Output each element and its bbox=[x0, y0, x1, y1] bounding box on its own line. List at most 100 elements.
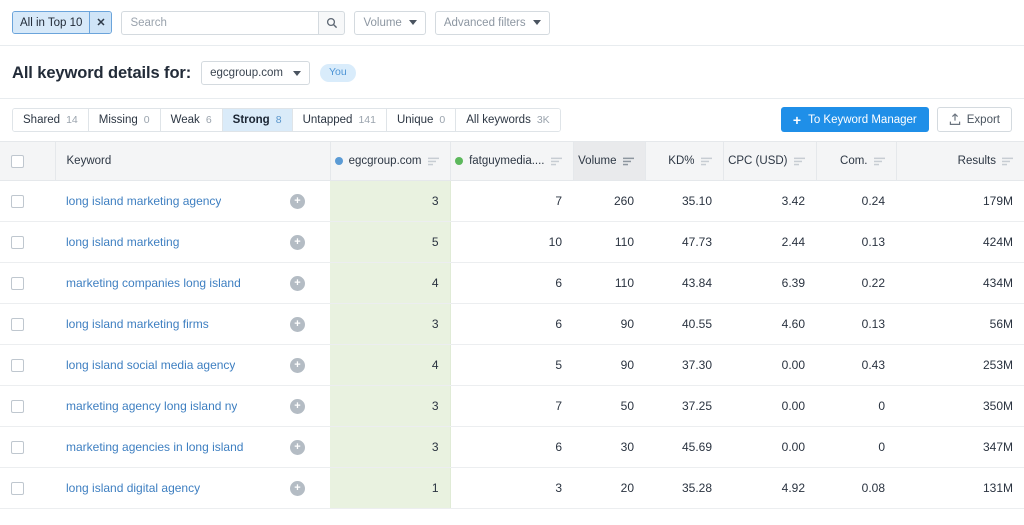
row-checkbox[interactable] bbox=[11, 481, 24, 495]
sort-icon bbox=[622, 157, 634, 165]
export-label: Export bbox=[966, 113, 1000, 126]
cell-cpc: 4.92 bbox=[723, 467, 816, 509]
keyword-details-table: Keyword egcgroup.com fatguymedia.... Vol… bbox=[0, 141, 1024, 509]
series-dot-egcgroup bbox=[334, 157, 343, 165]
cell-cpc: 3.42 bbox=[723, 180, 816, 222]
table-row: marketing agencies in long island +3 6 30 45… bbox=[0, 426, 1024, 468]
tab-count: 3K bbox=[536, 113, 550, 126]
row-checkbox[interactable] bbox=[11, 235, 24, 249]
row-select-cell bbox=[0, 221, 55, 263]
cell-results: 434M bbox=[896, 262, 1024, 304]
plus-circle-icon[interactable]: + bbox=[290, 439, 305, 455]
plus-circle-icon[interactable]: + bbox=[290, 398, 305, 414]
cell-fatguymedia: 6 bbox=[450, 262, 573, 304]
tab-untapped[interactable]: Untapped 141 bbox=[292, 108, 387, 131]
chevron-down-icon bbox=[293, 70, 302, 76]
advanced-filters-dropdown[interactable]: Advanced filters bbox=[434, 10, 550, 35]
column-header-results[interactable]: Results bbox=[896, 141, 1024, 181]
tab-all-keywords[interactable]: All keywords 3K bbox=[456, 108, 560, 131]
domain-selector[interactable]: egcgroup.com bbox=[201, 61, 311, 85]
row-checkbox[interactable] bbox=[11, 317, 24, 331]
plus-circle-icon[interactable]: + bbox=[290, 316, 305, 332]
tab-unique[interactable]: Unique 0 bbox=[386, 108, 457, 131]
volume-filter-dropdown[interactable]: Volume bbox=[354, 10, 426, 35]
search-button[interactable] bbox=[318, 10, 346, 35]
tabs-toolbar: Shared 14 Missing 0 Weak 6 Strong 8 Untapped 141 U… bbox=[0, 99, 1024, 141]
tab-shared[interactable]: Shared 14 bbox=[13, 108, 89, 131]
active-filter-chip-all-in-top-10[interactable]: All in Top 10 ✕ bbox=[12, 11, 113, 34]
column-header-egcgroup-label: egcgroup.com bbox=[348, 155, 422, 167]
to-keyword-manager-button[interactable]: + To Keyword Manager bbox=[780, 107, 929, 132]
row-select-cell bbox=[0, 180, 55, 222]
cell-fatguymedia: 5 bbox=[450, 344, 573, 386]
keyword-link[interactable]: long island digital agency bbox=[66, 481, 200, 495]
keyword-cell: long island marketing agency + bbox=[55, 180, 330, 222]
tab-count: 0 bbox=[143, 113, 150, 126]
row-checkbox[interactable] bbox=[11, 358, 24, 372]
plus-circle-icon[interactable]: + bbox=[290, 480, 305, 496]
close-icon[interactable]: ✕ bbox=[89, 12, 112, 33]
cell-volume: 260 bbox=[573, 180, 645, 222]
cell-com: 0 bbox=[816, 426, 896, 468]
keyword-cell: long island marketing + bbox=[55, 221, 330, 263]
column-header-keyword[interactable]: Keyword bbox=[55, 141, 331, 181]
chevron-down-icon bbox=[408, 20, 417, 25]
you-badge: You bbox=[320, 64, 356, 82]
search-field-group bbox=[121, 10, 346, 35]
column-header-volume-label: Volume bbox=[578, 155, 617, 167]
table-row: marketing companies long island +4 6 110 43.… bbox=[0, 262, 1024, 304]
plus-circle-icon[interactable]: + bbox=[290, 275, 305, 291]
sort-icon bbox=[550, 157, 562, 165]
table-row: long island digital agency +1 3 20 35.28 4.92… bbox=[0, 467, 1024, 509]
tab-label: All keywords bbox=[466, 113, 531, 126]
table-row: long island marketing agency +3 7 260 35.10 3… bbox=[0, 180, 1024, 222]
column-header-egcgroup[interactable]: egcgroup.com bbox=[330, 141, 451, 181]
cell-com: 0.13 bbox=[816, 303, 896, 345]
cell-com: 0.22 bbox=[816, 262, 896, 304]
keyword-link[interactable]: long island marketing agency bbox=[66, 194, 221, 208]
keyword-link[interactable]: long island marketing firms bbox=[66, 317, 209, 331]
keyword-link[interactable]: long island social media agency bbox=[66, 358, 235, 372]
tab-strong[interactable]: Strong 8 bbox=[222, 108, 293, 131]
column-header-cpc-label: CPC (USD) bbox=[728, 155, 788, 167]
row-checkbox[interactable] bbox=[11, 440, 24, 454]
plus-icon: + bbox=[792, 111, 802, 128]
keyword-link[interactable]: marketing companies long island bbox=[66, 276, 241, 290]
row-select-cell bbox=[0, 344, 55, 386]
tab-label: Weak bbox=[170, 113, 200, 126]
tab-missing[interactable]: Missing 0 bbox=[88, 108, 161, 131]
chevron-down-icon bbox=[532, 20, 541, 25]
keyword-link[interactable]: long island marketing bbox=[66, 235, 179, 249]
row-select-cell bbox=[0, 385, 55, 427]
page-title: All keyword details for: bbox=[12, 63, 192, 82]
table-header-row: Keyword egcgroup.com fatguymedia.... Vol… bbox=[0, 141, 1024, 181]
cell-results: 253M bbox=[896, 344, 1024, 386]
column-header-kd[interactable]: KD% bbox=[645, 141, 724, 181]
row-checkbox[interactable] bbox=[11, 399, 24, 413]
cell-fatguymedia: 7 bbox=[450, 180, 573, 222]
cell-results: 347M bbox=[896, 426, 1024, 468]
column-header-cpc[interactable]: CPC (USD) bbox=[723, 141, 817, 181]
export-button[interactable]: Export bbox=[936, 107, 1012, 132]
cell-volume: 50 bbox=[573, 385, 645, 427]
search-input[interactable] bbox=[121, 10, 319, 35]
row-checkbox[interactable] bbox=[11, 276, 24, 290]
column-header-com[interactable]: Com. bbox=[816, 141, 897, 181]
cell-com: 0.43 bbox=[816, 344, 896, 386]
column-header-volume[interactable]: Volume bbox=[573, 141, 646, 181]
keyword-link[interactable]: marketing agency long island ny bbox=[66, 399, 237, 413]
tab-count: 8 bbox=[275, 113, 282, 126]
select-all-checkbox[interactable] bbox=[11, 154, 24, 168]
row-checkbox[interactable] bbox=[11, 194, 24, 208]
table-row: marketing agency long island ny +3 7 50 37.2… bbox=[0, 385, 1024, 427]
plus-circle-icon[interactable]: + bbox=[290, 357, 305, 373]
plus-circle-icon[interactable]: + bbox=[290, 193, 305, 209]
toolbar-actions: + To Keyword Manager Export bbox=[780, 107, 1012, 132]
row-select-cell bbox=[0, 467, 55, 509]
column-header-fatguymedia[interactable]: fatguymedia.... bbox=[450, 141, 574, 181]
keyword-link[interactable]: marketing agencies in long island bbox=[66, 440, 243, 454]
tab-weak[interactable]: Weak 6 bbox=[160, 108, 223, 131]
plus-circle-icon[interactable]: + bbox=[290, 234, 305, 250]
cell-kd: 37.25 bbox=[645, 385, 723, 427]
cell-com: 0.08 bbox=[816, 467, 896, 509]
